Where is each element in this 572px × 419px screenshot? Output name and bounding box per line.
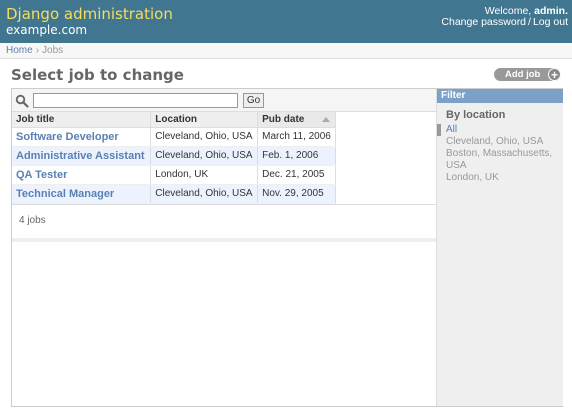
filter-option-all[interactable]: All [437,124,563,136]
search-toolbar: Go [12,89,436,112]
add-plus-icon: + [548,68,561,82]
sort-ascending-icon [322,117,330,122]
pub-date-cell: Feb. 1, 2006 [257,146,336,166]
location-cell: Cleveland, Ohio, USA [150,146,259,166]
table-row: Administrative Assistant Cleveland, Ohio… [12,146,336,166]
add-job-label: Add job [505,69,541,80]
site-title[interactable]: Django administration [6,6,173,23]
job-title-link[interactable]: QA Tester [12,165,152,185]
filter-option-london[interactable]: London, UK [437,172,563,184]
user-links-separator: / [528,16,531,28]
table-row: Technical Manager Cleveland, Ohio, USA N… [12,184,336,204]
job-title-link[interactable]: Technical Manager [12,184,152,204]
table-row: Software Developer Cleveland, Ohio, USA … [12,127,336,147]
user-links: Change password / Log out [441,17,568,28]
breadcrumb: Home › Jobs [0,43,572,59]
add-job-button[interactable]: Add job + [494,68,561,82]
job-title-link[interactable]: Administrative Assistant [12,146,152,166]
column-header-location[interactable]: Location [150,112,259,128]
page-title: Select job to change [11,66,184,84]
filter-options: All Cleveland, Ohio, USA Boston, Massach… [437,124,563,184]
user-tools: Welcome, admin. Change password / Log out [441,6,568,28]
column-header-pub-date[interactable]: Pub date [257,112,336,128]
filter-header: Filter [437,89,563,103]
filter-heading: By location [446,109,506,121]
breadcrumb-separator: › [35,45,40,56]
site-domain: example.com [6,23,88,37]
filter-option-cleveland[interactable]: Cleveland, Ohio, USA [437,136,563,148]
location-cell: London, UK [150,165,259,185]
pub-date-cell: Nov. 29, 2005 [257,184,336,204]
change-password-link[interactable]: Change password [441,16,526,28]
filter-panel: Filter By location All Cleveland, Ohio, … [436,89,563,406]
header: Django administration example.com Welcom… [0,0,572,43]
go-button[interactable]: Go [243,93,264,108]
location-cell: Cleveland, Ohio, USA [150,127,259,147]
location-cell: Cleveland, Ohio, USA [150,184,259,204]
changelist: Go Job title Location Pub date Software … [11,88,563,407]
column-header-job-title[interactable]: Job title [12,112,152,128]
results-table: Job title Location Pub date Software Dev… [12,112,336,204]
job-title-link[interactable]: Software Developer [12,127,152,147]
paginator-divider [12,238,436,242]
search-icon [15,94,29,108]
pub-date-cell: Dec. 21, 2005 [257,165,336,185]
table-header-row: Job title Location Pub date [12,112,336,128]
result-count: 4 jobs [12,204,436,239]
table-row: QA Tester London, UK Dec. 21, 2005 [12,165,336,185]
pub-date-cell: March 11, 2006 [257,127,336,147]
logout-link[interactable]: Log out [533,16,568,28]
search-input[interactable] [33,93,238,108]
filter-option-boston[interactable]: Boston, Massachusetts, USA [437,148,563,172]
breadcrumb-current: Jobs [42,45,64,56]
breadcrumb-home-link[interactable]: Home [6,45,33,56]
pub-date-label: Pub date [262,113,305,125]
